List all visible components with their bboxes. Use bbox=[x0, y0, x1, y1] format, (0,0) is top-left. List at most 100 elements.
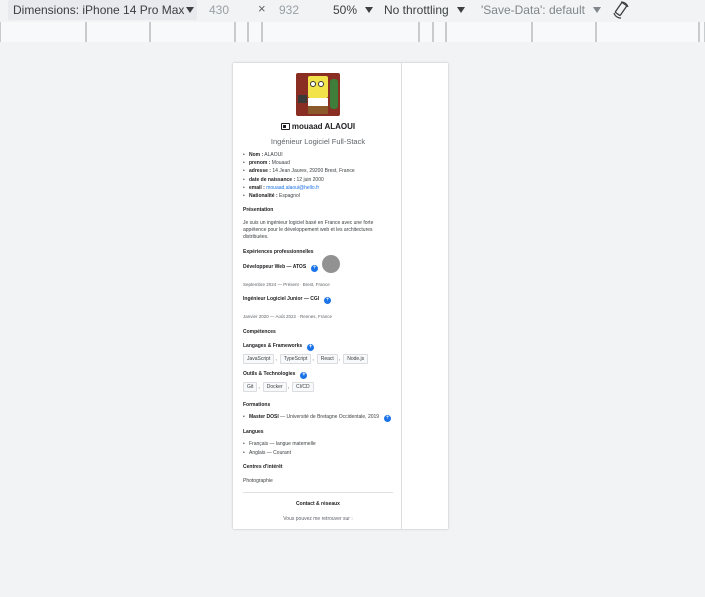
info-item: email : mouaad.alaoui@hello.fr bbox=[243, 184, 393, 192]
media-query-segment[interactable] bbox=[532, 22, 596, 42]
info-label: date de naissance : bbox=[249, 176, 296, 183]
avatar-eye bbox=[318, 81, 324, 87]
zoom-label: 50% bbox=[333, 3, 358, 17]
job-item: Développeur Web — ATOS + Septembre 2024 —… bbox=[243, 264, 393, 288]
zoom-select[interactable]: 50% bbox=[333, 1, 374, 19]
chevron-down-icon bbox=[186, 7, 194, 13]
skill-tags: Git, Docker, CI/CD bbox=[243, 382, 393, 393]
media-query-segment[interactable] bbox=[419, 22, 433, 42]
info-value: Espagnol bbox=[279, 193, 300, 200]
info-value: 14 Jean Jaures, 29200 Brest, France bbox=[272, 168, 355, 175]
info-value: Mouaad bbox=[271, 160, 290, 167]
avatar-computer bbox=[298, 95, 307, 103]
formation-item: Master DOSI — Université de Bretagne Occ… bbox=[243, 413, 393, 423]
info-label: Nationalité : bbox=[249, 193, 278, 200]
plus-icon[interactable]: + bbox=[384, 415, 392, 423]
divider bbox=[243, 492, 393, 494]
rotate-icon[interactable] bbox=[612, 1, 630, 19]
info-value: ALAOUI bbox=[264, 152, 283, 158]
personal-info-list: Nom : ALAOUI prenom : Mouaad adresse : 1… bbox=[243, 151, 393, 200]
info-item: date de naissance : 12 juin 2000 bbox=[243, 176, 393, 184]
skill-group-title: Langages & Frameworks + bbox=[243, 343, 393, 352]
plus-icon[interactable]: + bbox=[324, 297, 332, 305]
plus-icon[interactable]: + bbox=[311, 265, 319, 273]
media-query-segment[interactable] bbox=[446, 22, 532, 42]
profile-title: Ingénieur Logiciel Full-Stack bbox=[270, 137, 366, 146]
media-query-bar bbox=[0, 22, 705, 42]
job-title: Développeur Web — ATOS bbox=[243, 264, 307, 271]
skill-tags: JavaScript, TypeScript, React, Node.js bbox=[243, 354, 393, 365]
formation-school: — Université de Bretagne Occidentale, 20… bbox=[278, 414, 380, 421]
device-viewport: mouaad ALAOUI Ingénieur Logiciel Full-St… bbox=[233, 63, 448, 529]
avatar-character bbox=[308, 76, 328, 98]
skill-tag: React bbox=[316, 354, 338, 365]
email-link[interactable]: mouaad.alaoui@hello.fr bbox=[266, 185, 319, 191]
skill-tag: Docker bbox=[262, 382, 287, 393]
info-item: Nationalité : Espagnol bbox=[243, 192, 393, 200]
avatar bbox=[296, 73, 340, 116]
media-query-segment[interactable] bbox=[235, 22, 248, 42]
skill-tag: Git bbox=[243, 382, 258, 393]
dimensions-label: Dimensions: iPhone 14 Pro Max bbox=[13, 3, 185, 17]
skill-tag: TypeScript bbox=[279, 354, 312, 365]
avatar-eye bbox=[310, 81, 316, 87]
skill-tag: Node.js bbox=[343, 354, 369, 365]
height-input[interactable]: 932 bbox=[279, 1, 319, 19]
interets-text: Photographie bbox=[243, 478, 273, 485]
times-sign: × bbox=[258, 1, 266, 16]
job-title: Ingénieur Logiciel Junior — CGI bbox=[243, 296, 320, 303]
info-label: adresse : bbox=[249, 168, 271, 175]
info-label: prenom : bbox=[249, 160, 271, 167]
save-data-label: 'Save-Data': default bbox=[481, 3, 585, 17]
langues-heading: Langues bbox=[243, 429, 264, 436]
save-data-select[interactable]: 'Save-Data': default bbox=[481, 1, 601, 19]
throttling-select[interactable]: No throttling bbox=[384, 1, 465, 19]
media-query-segment[interactable] bbox=[596, 22, 699, 42]
presentation-text: Je suis un ingénieur logiciel basé en Fr… bbox=[243, 220, 374, 241]
presentation-heading: Présentation bbox=[243, 207, 274, 214]
contact-text: Vous pouvez me retrouver sur : bbox=[283, 516, 353, 523]
skill-tag: JavaScript bbox=[243, 354, 275, 365]
job-item: Ingénieur Logiciel Junior — CGI + Janvier… bbox=[243, 296, 393, 320]
skill-group-title: Outils & Technologies + bbox=[243, 371, 393, 380]
media-query-segment[interactable] bbox=[0, 22, 86, 42]
job-meta: Septembre 2024 — Présent · Brest, France bbox=[243, 282, 330, 288]
chevron-down-icon bbox=[592, 7, 601, 13]
profile-name-text: mouaad ALAOUI bbox=[291, 122, 356, 131]
experiences-heading: Expériences professionnelles bbox=[243, 249, 314, 256]
plus-icon[interactable]: + bbox=[300, 372, 308, 380]
profile-name: mouaad ALAOUI bbox=[243, 122, 393, 132]
contact-heading: Contact & réseaux bbox=[296, 501, 340, 508]
media-query-segment[interactable] bbox=[150, 22, 235, 42]
id-card-icon bbox=[280, 123, 290, 130]
chevron-down-icon bbox=[365, 7, 374, 13]
competences-heading: Compétences bbox=[243, 329, 276, 336]
info-value: 12 juin 2000 bbox=[296, 176, 324, 183]
langues-list: Français — langue maternelle Anglais — C… bbox=[243, 440, 393, 457]
media-query-segment[interactable] bbox=[262, 22, 419, 42]
chevron-down-icon bbox=[456, 7, 465, 13]
skill-group-label: Outils & Technologies bbox=[243, 371, 296, 378]
langue-item: Anglais — Courant bbox=[243, 449, 393, 458]
plus-icon[interactable]: + bbox=[307, 344, 315, 352]
media-query-segment[interactable] bbox=[86, 22, 150, 42]
formation-degree: Master DOSI bbox=[249, 414, 279, 421]
formations-heading: Formations bbox=[243, 402, 271, 409]
avatar-plant bbox=[330, 79, 338, 109]
avatar-shirt bbox=[308, 98, 328, 106]
skill-group-label: Langages & Frameworks bbox=[243, 343, 303, 350]
media-query-segment[interactable] bbox=[699, 22, 705, 42]
job-meta: Janvier 2020 — Août 2022 · Rennes, Franc… bbox=[243, 314, 333, 320]
device-toolbar: Dimensions: iPhone 14 Pro Max 430 × 932 … bbox=[0, 0, 705, 20]
langue-item: Français — langue maternelle bbox=[243, 440, 393, 449]
formations-list: Master DOSI — Université de Bretagne Occ… bbox=[243, 413, 393, 423]
media-query-segment[interactable] bbox=[248, 22, 262, 42]
width-input[interactable]: 430 bbox=[209, 1, 249, 19]
media-query-segment[interactable] bbox=[433, 22, 446, 42]
info-label: Nom : bbox=[249, 152, 264, 158]
throttling-label: No throttling bbox=[384, 3, 449, 17]
interets-heading: Centres d'intérêt bbox=[243, 464, 283, 471]
info-item: Nom : ALAOUI bbox=[243, 151, 393, 159]
info-label: email : bbox=[249, 184, 265, 191]
dimensions-select[interactable]: Dimensions: iPhone 14 Pro Max bbox=[8, 0, 197, 20]
